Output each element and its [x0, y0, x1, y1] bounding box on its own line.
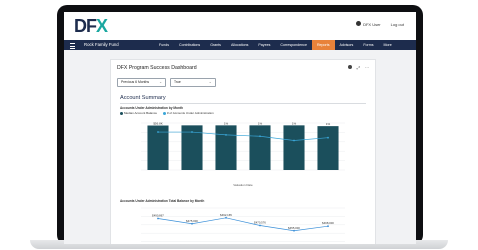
- period-filter[interactable]: Previous 6 Months ⌄: [117, 78, 166, 87]
- more-icon[interactable]: ···: [365, 65, 369, 70]
- org-name: Rock Family Fund: [84, 42, 119, 47]
- dashboard-card: DFX Program Success Dashboard ⤢ ··· Prev…: [110, 59, 376, 244]
- divider: [120, 103, 366, 104]
- logout-link[interactable]: Log out: [391, 22, 404, 27]
- dfx-logo[interactable]: DFX: [74, 16, 108, 37]
- line-point: [293, 229, 295, 232]
- line-point: [259, 135, 261, 138]
- line-point: [225, 133, 227, 136]
- nav-item-contributions[interactable]: Contributions: [174, 40, 205, 50]
- data-label: $56.8K: [153, 122, 163, 126]
- section-title: Account Summary: [120, 95, 166, 101]
- nav-item-more[interactable]: More: [379, 40, 397, 50]
- user-menu[interactable]: DFX User: [356, 21, 381, 27]
- data-label: $492,165: [220, 213, 232, 217]
- data-label: 1%: [326, 122, 331, 126]
- bar: [249, 125, 271, 170]
- nav-item-allocations[interactable]: Allocations: [226, 40, 253, 50]
- chart1-title: Accounts Under Administration by Month: [120, 106, 183, 110]
- chevron-down-icon: ⌄: [159, 80, 162, 84]
- nav-item-correspondence[interactable]: Correspondence: [275, 40, 312, 50]
- line-point: [191, 131, 193, 133]
- brand-bar: DFX DFX User Log out: [64, 12, 416, 40]
- data-label: 1%: [258, 121, 263, 125]
- chart1-plot: $56.8K 1% 1% 1% 1% Valuation Date: [141, 121, 345, 187]
- line-point: [157, 217, 159, 220]
- series-line: [157, 217, 329, 232]
- data-label: 1%: [292, 121, 297, 125]
- line-point: [327, 225, 329, 228]
- data-label: $470,576: [254, 221, 266, 225]
- line-point: [327, 136, 329, 139]
- nav-item-funds[interactable]: Funds: [154, 40, 174, 50]
- bar: [283, 125, 305, 170]
- dashboard-title: DFX Program Success Dashboard: [117, 65, 197, 71]
- nav-item-reports[interactable]: Reports: [311, 40, 335, 50]
- x-axis-title: Valuation Date: [233, 183, 253, 187]
- user-area: DFX User Log out: [356, 21, 404, 27]
- data-label: $455,000: [288, 226, 300, 230]
- info-icon[interactable]: [347, 65, 352, 69]
- nav-item-forms[interactable]: Forms: [358, 40, 378, 50]
- line-point: [191, 222, 193, 225]
- main-nav: Rock Family Fund Funds Contributions Grant…: [64, 40, 416, 50]
- user-icon: [356, 21, 362, 26]
- data-label: $468,000: [322, 221, 334, 225]
- content-area: DFX Program Success Dashboard ⤢ ··· Prev…: [64, 50, 416, 244]
- chevron-down-icon: ⌄: [208, 80, 212, 84]
- line-point: [157, 131, 159, 133]
- data-label: $475,000: [186, 219, 198, 223]
- nav-items: Funds Contributions Grants Allocations Payee…: [154, 40, 397, 50]
- expand-icon[interactable]: ⤢: [357, 65, 360, 70]
- bar: [215, 125, 237, 170]
- nav-item-advisors[interactable]: Advisors: [335, 40, 359, 50]
- nav-item-payees[interactable]: Payees: [253, 40, 275, 50]
- line-point: [259, 224, 261, 227]
- nav-item-grants[interactable]: Grants: [205, 40, 226, 50]
- active-filter[interactable]: True ⌄: [169, 78, 216, 87]
- data-label: $490,867: [152, 214, 164, 218]
- bar: [317, 126, 339, 170]
- line-point: [293, 139, 295, 142]
- card-tools: ⤢ ···: [347, 65, 369, 70]
- chart2-plot: $490,867 $475,000 $492,165 $470,576 $455,000…: [141, 207, 345, 242]
- hamburger-icon[interactable]: [70, 43, 75, 49]
- line-point: [225, 216, 227, 219]
- filters: Previous 6 Months ⌄ True ⌄: [117, 78, 216, 87]
- data-label: 1%: [224, 121, 229, 125]
- app-screen: DFX DFX User Log out Rock Family Fund Fu…: [64, 12, 416, 244]
